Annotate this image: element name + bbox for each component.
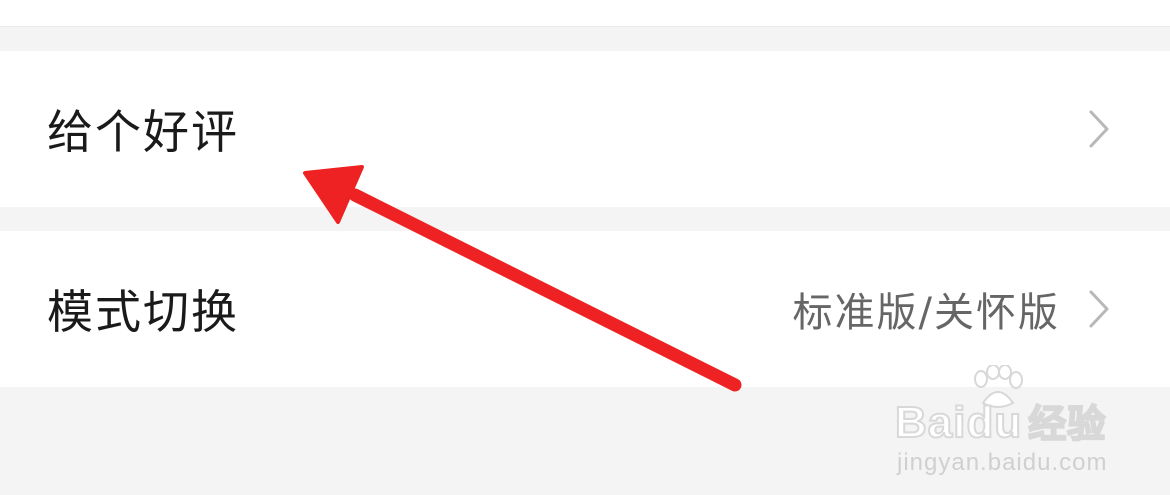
- chevron-right-icon: [1086, 289, 1112, 329]
- watermark-url: jingyan.baidu.com: [897, 449, 1108, 476]
- chevron-right-icon: [1086, 109, 1112, 149]
- rate-us-label: 给个好评: [47, 105, 239, 159]
- watermark-brand-latin: Bai: [894, 397, 967, 448]
- previous-row-edge: [0, 0, 1170, 27]
- watermark-brand-cn: 经验: [1027, 401, 1107, 447]
- settings-item-mode-switch[interactable]: 模式切换 标准版/关怀版: [0, 231, 1170, 387]
- watermark-brand-mid: du: [965, 397, 1023, 448]
- mode-switch-label: 模式切换: [47, 285, 239, 339]
- settings-item-rate-us[interactable]: 给个好评: [0, 51, 1170, 207]
- mode-switch-value: 标准版/关怀版: [792, 290, 1060, 336]
